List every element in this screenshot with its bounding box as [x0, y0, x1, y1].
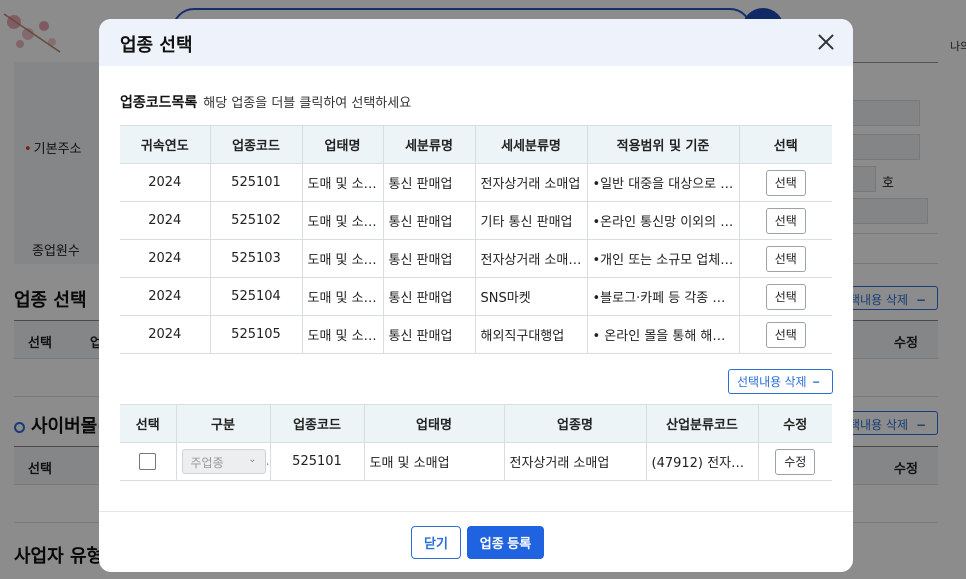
subcategory-cell: 통신 판매업 [382, 239, 476, 278]
detail-category-cell: 기타 통신 판매업 [474, 201, 588, 240]
select-button[interactable]: 선택 [765, 245, 806, 272]
table-row[interactable]: 2024 525103 도매 및 소… 통신 판매업 전자상거래 소매 … •개… [120, 239, 832, 278]
register-business-button[interactable]: 업종 등록 [467, 526, 544, 559]
close-icon[interactable] [813, 29, 839, 55]
business-type-cell: 도매 및 소매업 [363, 442, 505, 481]
year-cell: 2024 [120, 239, 211, 278]
subcategory-cell: 통신 판매업 [382, 277, 476, 316]
business-type-cell: 도매 및 소… [301, 201, 384, 240]
year-cell: 2024 [120, 315, 211, 354]
industry-code-cell: (47912) 전자상… [645, 442, 759, 481]
modal-footer: 닫기 업종 등록 [99, 511, 853, 572]
column-header: 업종명 [503, 404, 647, 443]
year-cell: 2024 [120, 201, 211, 240]
business-type-cell: 도매 및 소… [301, 163, 384, 202]
column-header: 귀속연도 [120, 125, 211, 164]
select-button[interactable]: 선택 [765, 283, 806, 310]
select-button[interactable]: 선택 [765, 321, 806, 348]
edit-button[interactable]: 수정 [775, 448, 816, 475]
business-select-modal: 업종 선택 업종코드목록 해당 업종을 더블 클릭하여 선택하세요 귀속연도 업종… [99, 19, 853, 572]
column-header: 선택 [120, 404, 177, 443]
code-cell: 525102 [209, 201, 303, 240]
year-cell: 2024 [120, 163, 211, 202]
modal-header: 업종 선택 [99, 19, 853, 66]
table-header-row: 선택 구분 업종코드 업태명 업종명 산업분류코드 수정 [120, 404, 832, 443]
year-cell: 2024 [120, 277, 211, 316]
scope-cell: •개인 또는 소규모 업체… [586, 239, 740, 278]
close-button[interactable]: 닫기 [411, 526, 461, 559]
business-code-table: 귀속연도 업종코드 업태명 세분류명 세세분류명 적용범위 및 기준 선택 20… [120, 125, 832, 354]
scope-cell: •일반 대중을 대상으로 … [586, 163, 740, 202]
detail-category-cell: 전자상거래 소매 … [474, 239, 588, 278]
row-checkbox[interactable] [139, 453, 157, 470]
scope-cell: •온라인 통신망 이외의 … [586, 201, 740, 240]
table-row[interactable]: 2024 525104 도매 및 소… 통신 판매업 SNS마켓 •블로그·카페… [120, 277, 832, 316]
detail-category-cell: 전자상거래 소매업 [474, 163, 588, 202]
column-header: 업종코드 [209, 125, 303, 164]
column-header: 세세분류명 [474, 125, 588, 164]
selected-business-table: 선택 구분 업종코드 업태명 업종명 산업분류코드 수정 주업종 ⌄ 525101… [120, 404, 832, 481]
column-header: 업태명 [301, 125, 384, 164]
detail-category-cell: SNS마켓 [474, 277, 588, 316]
code-cell: 525101 [209, 163, 303, 202]
code-cell: 525104 [209, 277, 303, 316]
column-header: 업태명 [363, 404, 505, 443]
select-button[interactable]: 선택 [765, 207, 806, 234]
code-list-title: 업종코드목록 [120, 95, 198, 111]
delete-selection-button[interactable]: 선택내용 삭제 − [728, 369, 833, 394]
table-header-row: 귀속연도 업종코드 업태명 세분류명 세세분류명 적용범위 및 기준 선택 [120, 125, 832, 164]
business-type-cell: 도매 및 소… [301, 239, 384, 278]
column-header: 업종코드 [269, 404, 365, 443]
column-header: 적용범위 및 기준 [586, 125, 740, 164]
column-header: 구분 [175, 404, 271, 443]
minus-icon: − [812, 375, 820, 389]
subcategory-cell: 통신 판매업 [382, 201, 476, 240]
modal-title: 업종 선택 [120, 35, 193, 56]
table-row: 주업종 ⌄ 525101 도매 및 소매업 전자상거래 소매업 (47912) 전… [120, 442, 832, 481]
business-type-cell: 도매 및 소… [301, 315, 384, 354]
detail-category-cell: 해외직구대행업 [474, 315, 588, 354]
business-kind-select[interactable]: 주업종 ⌄ [181, 449, 266, 474]
business-name-cell: 전자상거래 소매업 [503, 442, 647, 481]
chevron-down-icon: ⌄ [248, 454, 257, 465]
business-type-cell: 도매 및 소… [301, 277, 384, 316]
column-header: 산업분류코드 [645, 404, 759, 443]
table-row[interactable]: 2024 525105 도매 및 소… 통신 판매업 해외직구대행업 • 온라인… [120, 315, 832, 354]
scope-cell: •블로그·카페 등 각종 사… [586, 277, 740, 316]
table-row[interactable]: 2024 525101 도매 및 소… 통신 판매업 전자상거래 소매업 •일반… [120, 163, 832, 202]
column-header: 수정 [757, 404, 832, 443]
column-header: 선택 [738, 125, 832, 164]
code-cell: 525101 [269, 442, 365, 481]
subcategory-cell: 통신 판매업 [382, 163, 476, 202]
code-cell: 525105 [209, 315, 303, 354]
code-cell: 525103 [209, 239, 303, 278]
table-row[interactable]: 2024 525102 도매 및 소… 통신 판매업 기타 통신 판매업 •온라… [120, 201, 832, 240]
scope-cell: • 온라인 몰을 통해 해외… [586, 315, 740, 354]
code-list-heading: 업종코드목록 해당 업종을 더블 클릭하여 선택하세요 [120, 92, 411, 112]
select-button[interactable]: 선택 [765, 169, 806, 196]
column-header: 세분류명 [382, 125, 476, 164]
subcategory-cell: 통신 판매업 [382, 315, 476, 354]
code-list-hint: 해당 업종을 더블 클릭하여 선택하세요 [203, 96, 412, 111]
